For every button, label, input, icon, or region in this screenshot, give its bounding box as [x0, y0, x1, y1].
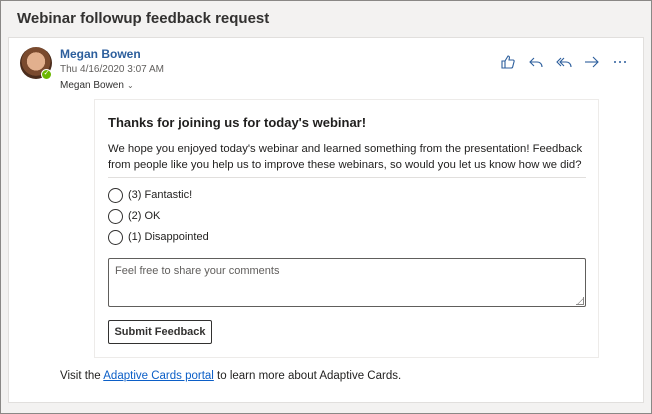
presence-available-icon: ✓	[41, 69, 52, 80]
adaptive-cards-portal-link[interactable]: Adaptive Cards portal	[103, 370, 214, 382]
radio-button[interactable]	[108, 187, 123, 203]
card-body-text: We hope you enjoyed today's webinar and …	[108, 143, 583, 171]
choice-fantastic[interactable]: (3) Fantastic!	[108, 187, 192, 203]
adaptive-card: Thanks for joining us for today's webina…	[94, 99, 599, 358]
like-button[interactable]	[499, 53, 517, 71]
choice-label: (3) Fantastic!	[128, 189, 193, 201]
footer-text: Visit the Adaptive Cards portal to learn…	[60, 370, 401, 382]
reply-all-icon	[556, 57, 572, 68]
email-subject: Webinar followup feedback request	[17, 10, 270, 27]
chevron-down-icon: ⌄	[126, 81, 134, 90]
footer-prefix: Visit the	[60, 370, 104, 382]
reply-icon	[529, 57, 543, 68]
card-title: Thanks for joining us for today's webina…	[108, 115, 367, 130]
sent-timestamp: Thu 4/16/2020 3:07 AM	[60, 64, 164, 75]
email-window: Webinar followup feedback request ✓ Mega…	[0, 0, 652, 414]
message-pane: ✓ Megan Bowen Thu 4/16/2020 3:07 AM Mega…	[8, 37, 644, 403]
reply-button[interactable]	[527, 53, 545, 71]
radio-button[interactable]	[108, 208, 123, 224]
submit-feedback-button[interactable]: Submit Feedback	[108, 320, 212, 344]
recipient[interactable]: Megan Bowen ⌄	[60, 80, 134, 91]
forward-icon	[585, 56, 599, 68]
more-options-button[interactable]	[611, 53, 629, 71]
footer-suffix: to learn more about Adaptive Cards.	[213, 370, 402, 382]
radio-button[interactable]	[108, 229, 123, 245]
more-icon	[614, 61, 626, 63]
reply-all-button[interactable]	[555, 53, 573, 71]
comments-input[interactable]	[108, 258, 586, 307]
forward-button[interactable]	[583, 53, 601, 71]
choice-label: (2) OK	[128, 210, 161, 222]
thumbs-up-icon	[501, 55, 515, 69]
sender-name[interactable]: Megan Bowen	[60, 47, 141, 61]
choice-label: (1) Disappointed	[128, 231, 209, 243]
recipient-name: Megan Bowen	[60, 80, 124, 91]
divider	[108, 177, 586, 178]
choice-ok[interactable]: (2) OK	[108, 208, 160, 224]
message-actions	[499, 53, 629, 71]
choice-disappointed[interactable]: (1) Disappointed	[108, 229, 209, 245]
